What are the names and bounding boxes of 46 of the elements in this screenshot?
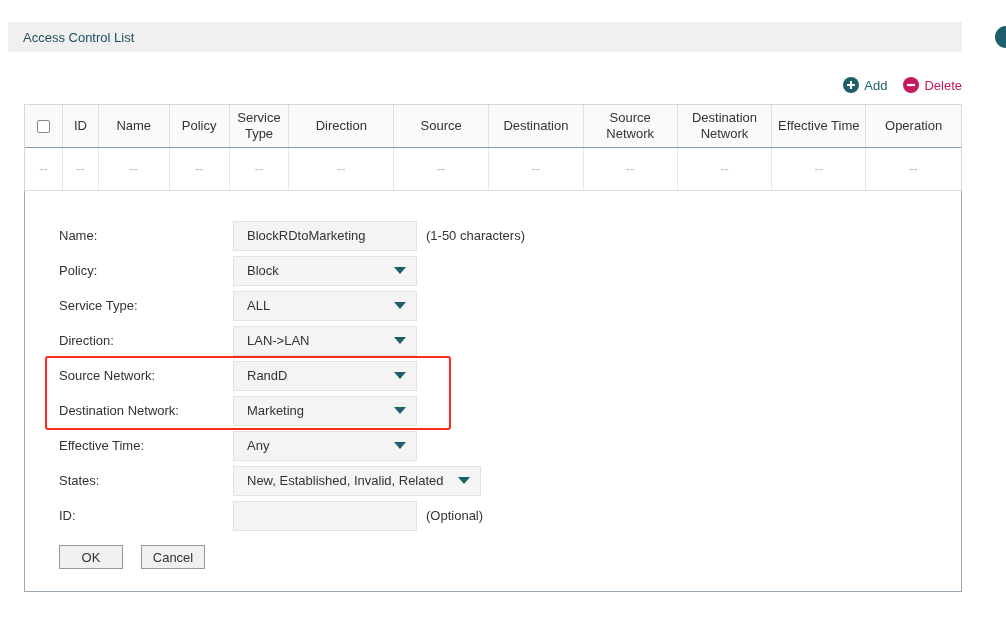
field-label: Source Network:	[59, 368, 157, 383]
column-header: Source Network	[583, 105, 678, 147]
field-hint: (Optional)	[426, 508, 484, 523]
field-label: States:	[59, 473, 101, 488]
column-header: ID	[62, 105, 99, 147]
column-header: Operation	[866, 105, 961, 147]
text-field[interactable]: BlockRDtoMarketing	[233, 220, 417, 251]
column-header: Direction	[289, 105, 395, 147]
caret-icon	[394, 267, 406, 274]
column-header: Effective Time	[772, 105, 867, 147]
caret-icon	[394, 442, 406, 449]
field-label: Service Type:	[59, 298, 139, 313]
column-header: Policy	[169, 105, 230, 147]
dropdown[interactable]: Any	[233, 430, 417, 461]
field-label: Name:	[59, 228, 99, 243]
caret-icon	[457, 477, 470, 484]
cancel-button[interactable]: Cancel	[141, 545, 205, 569]
dropdown[interactable]: Block	[233, 255, 417, 286]
text-field[interactable]	[233, 500, 417, 531]
add-button[interactable]: Add	[843, 77, 888, 93]
dropdown[interactable]: ALL	[233, 290, 417, 321]
dropdown[interactable]: RandD	[233, 360, 417, 391]
field-hint: (1-50 characters)	[426, 228, 525, 243]
caret-icon	[394, 337, 406, 344]
dropdown[interactable]: New, Established, Invalid, Related	[233, 465, 481, 496]
minus-icon	[903, 77, 920, 93]
select-all-checkbox[interactable]	[36, 119, 50, 133]
column-header: Destination Network	[677, 105, 773, 147]
field-label: ID:	[59, 508, 77, 523]
caret-icon	[394, 372, 406, 379]
dropdown[interactable]: LAN->LAN	[233, 325, 417, 356]
delete-button[interactable]: Delete	[903, 77, 962, 93]
caret-icon	[394, 302, 406, 309]
field-label: Direction:	[59, 333, 115, 348]
field-label: Destination Network:	[59, 403, 180, 418]
field-label: Policy:	[59, 263, 99, 278]
column-header: Name	[98, 105, 170, 147]
field-label: Effective Time:	[59, 438, 145, 453]
ok-button[interactable]: OK	[59, 545, 123, 569]
dropdown[interactable]: Marketing	[233, 395, 417, 426]
column-header: Destination	[489, 105, 584, 147]
column-header: Service Type	[229, 105, 290, 147]
plus-icon	[843, 77, 860, 93]
caret-icon	[394, 407, 406, 414]
panel-title: Access Control List	[23, 29, 135, 45]
column-header: Source	[394, 105, 489, 147]
